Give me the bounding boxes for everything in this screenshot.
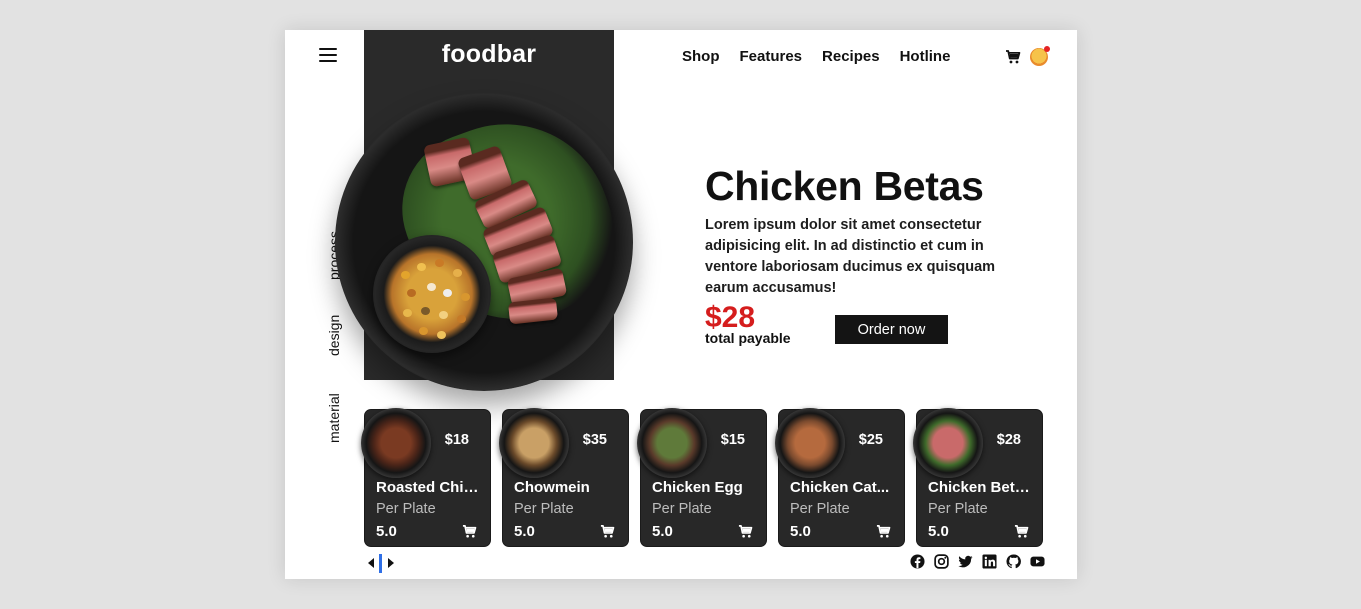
product-card[interactable]: $25 Chicken Cat... Per Plate 5.0 [775, 408, 905, 547]
avatar-icon[interactable] [1030, 46, 1050, 66]
menu-icon[interactable] [319, 48, 337, 63]
product-card[interactable]: $35 Chowmein Per Plate 5.0 [499, 408, 629, 547]
product-price: $25 [858, 432, 883, 448]
hero-price-label: total payable [705, 330, 791, 346]
add-to-cart-icon[interactable] [738, 524, 753, 539]
youtube-icon[interactable] [1030, 554, 1045, 569]
product-unit: Per Plate [928, 501, 988, 517]
product-rating: 5.0 [928, 523, 949, 540]
product-thumb-image [775, 408, 845, 478]
hero-description: Lorem ipsum dolor sit amet consectetur a… [705, 217, 996, 296]
product-card[interactable]: $18 Roasted Chicken Per Plate 5.0 [361, 408, 491, 547]
cart-icon[interactable] [1005, 49, 1021, 65]
add-to-cart-icon[interactable] [1014, 524, 1029, 539]
product-name: Chicken Betas [928, 479, 1031, 496]
product-unit: Per Plate [652, 501, 712, 517]
product-price: $18 [444, 432, 469, 448]
product-thumb-image [499, 408, 569, 478]
hero-title: Chicken Betas [705, 163, 984, 209]
nav-recipes[interactable]: Recipes [822, 48, 880, 65]
add-to-cart-icon[interactable] [600, 524, 615, 539]
carousel-controls [368, 554, 398, 573]
main-nav: Shop Features Recipes Hotline [682, 48, 950, 65]
hero-dish-image [335, 93, 638, 391]
product-card[interactable]: $15 Chicken Egg Per Plate 5.0 [637, 408, 767, 547]
social-links [910, 554, 1045, 569]
product-thumb-image [637, 408, 707, 478]
product-card[interactable]: $28 Chicken Betas Per Plate 5.0 [913, 408, 1043, 547]
linkedin-icon[interactable] [982, 554, 997, 569]
product-rating: 5.0 [514, 523, 535, 540]
product-thumb-image [361, 408, 431, 478]
nav-features[interactable]: Features [740, 48, 803, 65]
product-unit: Per Plate [514, 501, 574, 517]
product-price: $15 [720, 432, 745, 448]
order-now-button[interactable]: Order now [835, 315, 948, 344]
twitter-icon[interactable] [958, 554, 973, 569]
add-to-cart-icon[interactable] [876, 524, 891, 539]
facebook-icon[interactable] [910, 554, 925, 569]
add-to-cart-icon[interactable] [462, 524, 477, 539]
product-unit: Per Plate [790, 501, 850, 517]
tab-design-label: design [326, 314, 342, 356]
tab-material-label: material [326, 393, 342, 443]
instagram-icon[interactable] [934, 554, 949, 569]
product-name: Chicken Cat... [790, 479, 890, 496]
product-name: Chowmein [514, 479, 590, 496]
product-name: Roasted Chicken [376, 479, 479, 496]
product-thumb-image [913, 408, 983, 478]
next-arrow-icon[interactable] [388, 558, 394, 568]
nav-hotline[interactable]: Hotline [900, 48, 951, 65]
nav-shop[interactable]: Shop [682, 48, 720, 65]
product-name: Chicken Egg [652, 479, 743, 496]
brand-logo[interactable]: foodbar [364, 40, 614, 69]
github-icon[interactable] [1006, 554, 1021, 569]
product-rating: 5.0 [376, 523, 397, 540]
product-unit: Per Plate [376, 501, 436, 517]
product-rating: 5.0 [652, 523, 673, 540]
landing-page: foodbar Shop Features Recipes Hotline pr… [285, 30, 1077, 579]
product-price: $28 [996, 432, 1021, 448]
product-price: $35 [582, 432, 607, 448]
prev-arrow-icon[interactable] [368, 558, 374, 568]
carousel-indicator [379, 554, 382, 573]
product-rating: 5.0 [790, 523, 811, 540]
